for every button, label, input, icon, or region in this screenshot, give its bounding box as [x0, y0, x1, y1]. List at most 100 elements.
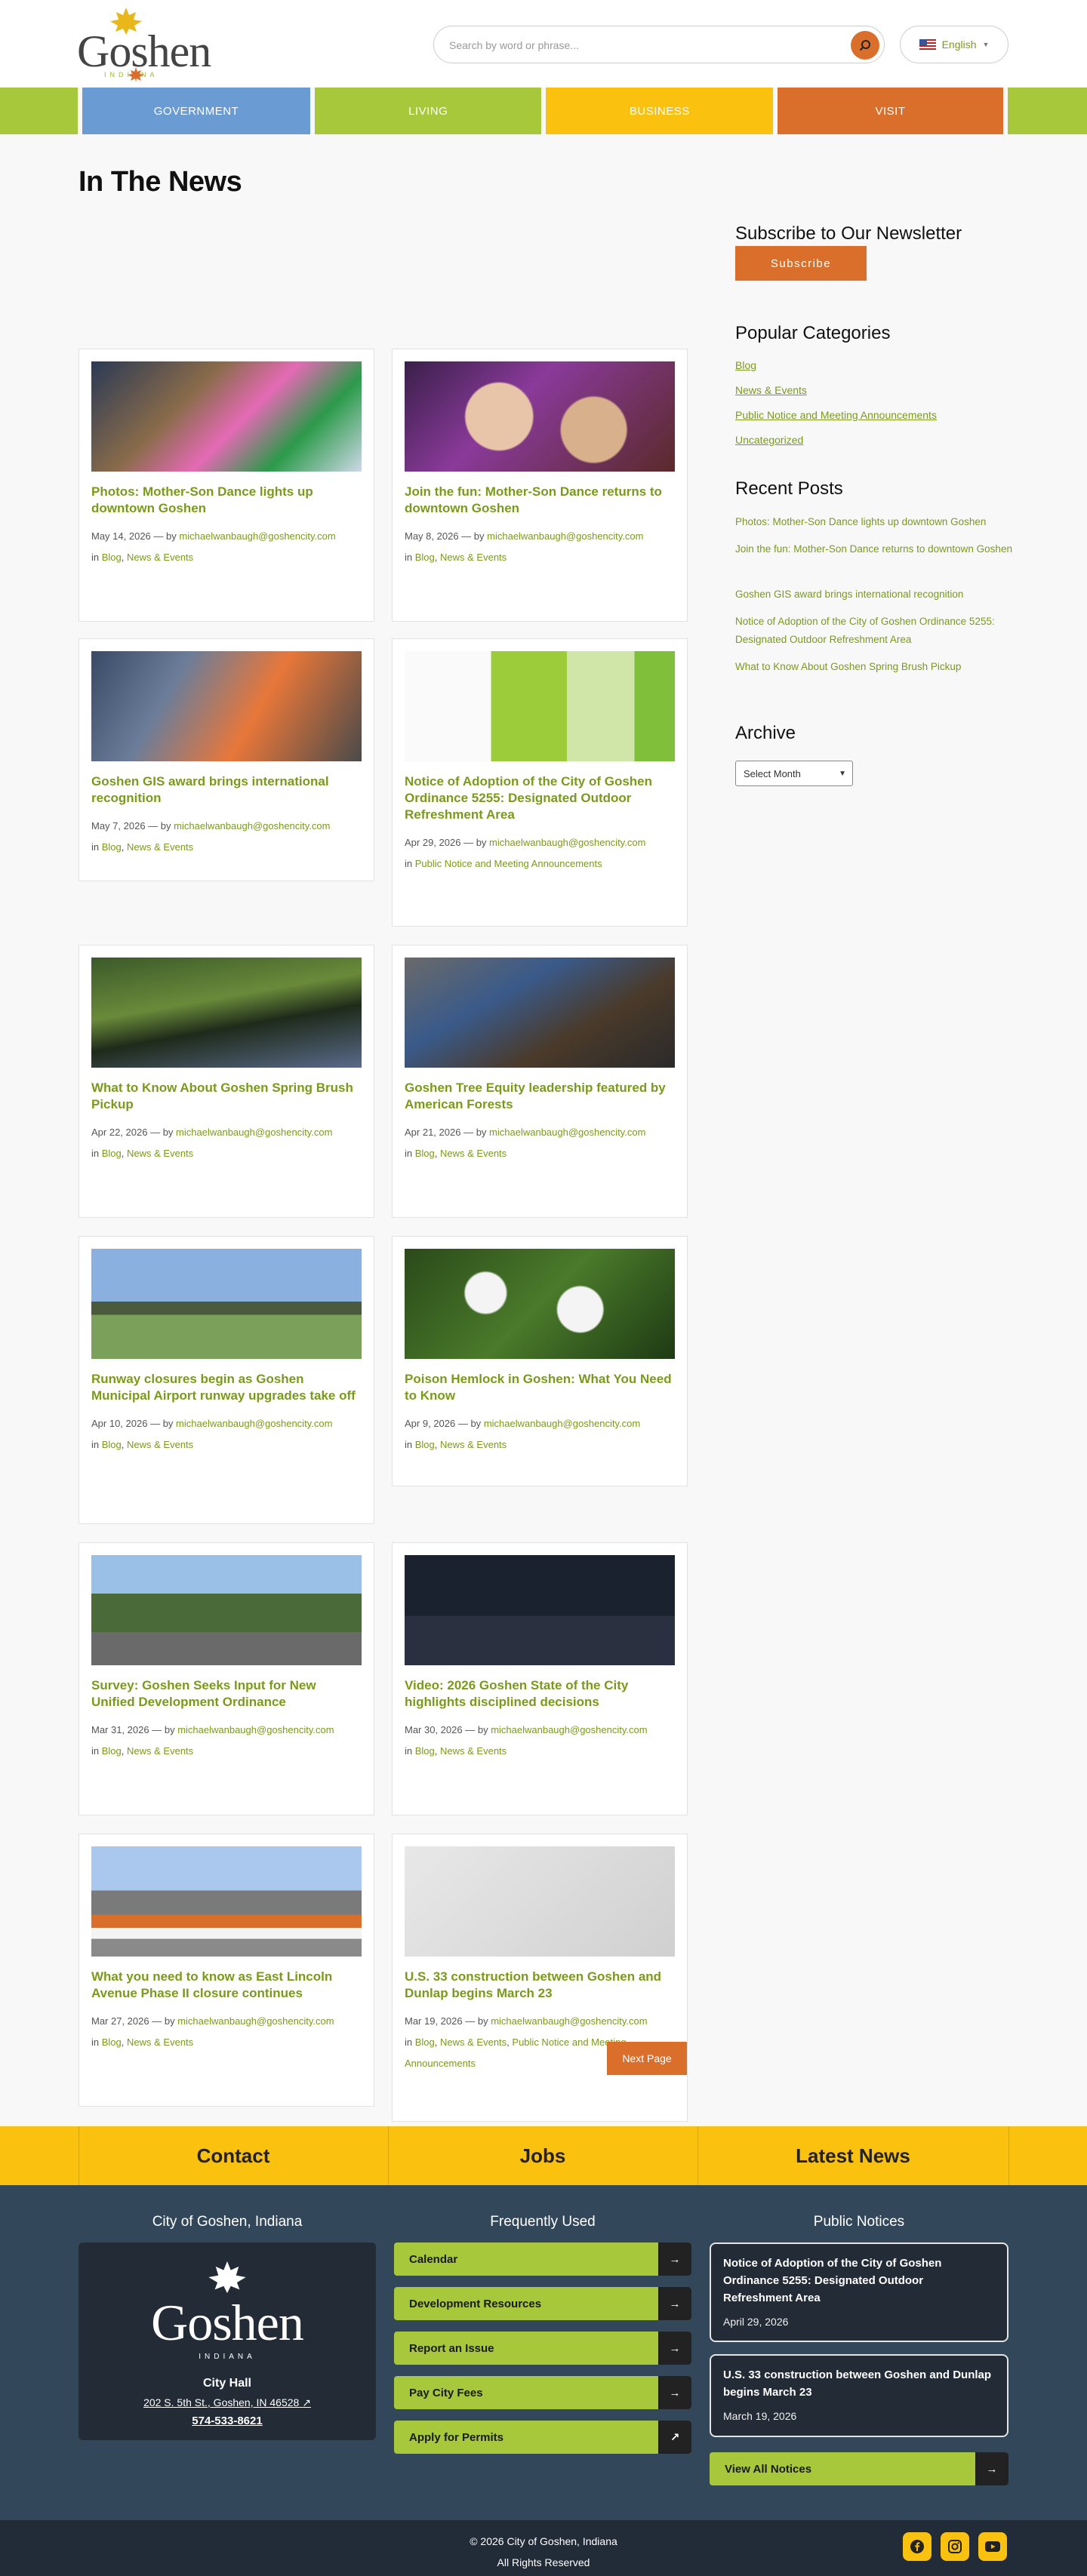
recent-post-link[interactable]: Notice of Adoption of the City of Goshen… [735, 613, 1015, 649]
news-card-author[interactable]: michaelwanbaugh@goshencity.com [487, 530, 643, 542]
news-card-category[interactable]: News & Events [440, 1148, 507, 1159]
news-card-author[interactable]: michaelwanbaugh@goshencity.com [177, 2015, 334, 2027]
notice-card[interactable]: Notice of Adoption of the City of Goshen… [710, 2242, 1008, 2342]
news-card-date: Mar 30, 2026 [405, 1724, 463, 1735]
recent-post-link[interactable]: Join the fun: Mother-Son Dance returns t… [735, 540, 1015, 558]
news-card-author[interactable]: michaelwanbaugh@goshencity.com [174, 820, 330, 832]
news-card-title[interactable]: What to Know About Goshen Spring Brush P… [91, 1080, 362, 1113]
news-card-title[interactable]: Survey: Goshen Seeks Input for New Unifi… [91, 1677, 362, 1711]
subscribe-button[interactable]: Subscribe [735, 246, 867, 281]
latest-news-link[interactable]: Latest News [697, 2126, 1008, 2185]
news-card-category[interactable]: Blog [102, 1745, 122, 1757]
news-card-category[interactable]: Blog [415, 1439, 435, 1450]
news-card-category[interactable]: News & Events [127, 552, 193, 563]
news-card-image[interactable] [405, 958, 675, 1068]
news-card-author[interactable]: michaelwanbaugh@goshencity.com [489, 837, 645, 848]
news-card-image[interactable] [91, 958, 362, 1068]
news-card-image[interactable] [91, 651, 362, 761]
news-card-image[interactable] [405, 361, 675, 472]
quick-link-development[interactable]: Development Resources → [394, 2287, 691, 2320]
news-card-category[interactable]: News & Events [127, 1148, 193, 1159]
news-card-category[interactable]: Blog [415, 1148, 435, 1159]
news-card-author[interactable]: michaelwanbaugh@goshencity.com [179, 530, 335, 542]
contact-link[interactable]: Contact [79, 2126, 388, 2185]
youtube-icon[interactable] [978, 2532, 1007, 2561]
news-card-title[interactable]: Runway closures begin as Goshen Municipa… [91, 1371, 362, 1404]
news-card-category[interactable]: News & Events [127, 841, 193, 853]
nav-item-government[interactable]: Government [82, 88, 310, 134]
next-page-button[interactable]: Next Page [607, 2042, 687, 2075]
news-card-author[interactable]: michaelwanbaugh@goshencity.com [177, 1724, 334, 1735]
nav-item-business[interactable]: Business [546, 88, 774, 134]
instagram-icon[interactable] [941, 2532, 969, 2561]
news-card-author[interactable]: michaelwanbaugh@goshencity.com [176, 1127, 332, 1138]
recent-post-link[interactable]: Goshen GIS award brings international re… [735, 586, 1015, 604]
category-link[interactable]: News & Events [735, 384, 807, 396]
news-card-category[interactable]: News & Events [440, 1745, 507, 1757]
quick-link-pay-fees[interactable]: Pay City Fees → [394, 2376, 691, 2409]
facebook-icon[interactable] [903, 2532, 931, 2561]
nav-item-living[interactable]: Living [314, 88, 542, 134]
news-card-image[interactable] [91, 1249, 362, 1359]
news-card-category[interactable]: News & Events [127, 1745, 193, 1757]
news-card-title[interactable]: What you need to know as East Lincoln Av… [91, 1969, 362, 2002]
news-card-title[interactable]: U.S. 33 construction between Goshen and … [405, 1969, 675, 2002]
news-card-category[interactable]: Blog [102, 2037, 122, 2048]
recent-post-link[interactable]: What to Know About Goshen Spring Brush P… [735, 658, 1015, 676]
quick-link-calendar[interactable]: Calendar → [394, 2242, 691, 2276]
news-card-image[interactable] [405, 1555, 675, 1665]
news-card-category[interactable]: News & Events [440, 552, 507, 563]
news-card-author[interactable]: michaelwanbaugh@goshencity.com [176, 1418, 332, 1429]
news-card-author[interactable]: michaelwanbaugh@goshencity.com [491, 2015, 647, 2027]
news-card-category[interactable]: Public Notice and Meeting Announcements [415, 858, 602, 869]
news-card-category[interactable]: News & Events [127, 2037, 193, 2048]
news-card-image[interactable] [405, 1846, 675, 1957]
news-card-title[interactable]: Notice of Adoption of the City of Goshen… [405, 773, 675, 823]
notice-card[interactable]: U.S. 33 construction between Goshen and … [710, 2354, 1008, 2437]
search-button[interactable] [851, 31, 879, 60]
site-logo[interactable]: Goshen INDIANA [77, 6, 211, 85]
news-card-category[interactable]: Blog [102, 552, 122, 563]
news-card-image[interactable] [91, 361, 362, 472]
news-card-category[interactable]: Public Notice and Meeting Announcements [405, 2037, 626, 2069]
jobs-link[interactable]: Jobs [388, 2126, 697, 2185]
archive-select[interactable]: Select Month ▼ [735, 761, 853, 786]
city-hall-phone[interactable]: 574-533-8621 [79, 2415, 376, 2427]
news-card-title[interactable]: Poison Hemlock in Goshen: What You Need … [405, 1371, 675, 1404]
footer-notices-heading: Public Notices [813, 2214, 905, 2230]
news-card-date: Apr 21, 2026 [405, 1127, 461, 1138]
news-card-date: Apr 10, 2026 [91, 1418, 148, 1429]
category-link[interactable]: Blog [735, 359, 756, 371]
category-link[interactable]: Uncategorized [735, 434, 803, 446]
nav-item-visit[interactable]: Visit [778, 88, 1003, 134]
news-card-category[interactable]: Blog [102, 841, 122, 853]
news-card-category[interactable]: Blog [102, 1148, 122, 1159]
news-card-title[interactable]: Video: 2026 Goshen State of the City hig… [405, 1677, 675, 1711]
language-selector[interactable]: English ▼ [900, 26, 1008, 63]
news-card-image[interactable] [405, 1249, 675, 1359]
news-card-author[interactable]: michaelwanbaugh@goshencity.com [491, 1724, 647, 1735]
news-card-category[interactable]: Blog [415, 552, 435, 563]
news-card-author[interactable]: michaelwanbaugh@goshencity.com [489, 1127, 645, 1138]
news-card-title[interactable]: Goshen GIS award brings international re… [91, 773, 362, 807]
city-hall-address[interactable]: 202 S. 5th St., Goshen, IN 46528 ↗ [79, 2396, 376, 2409]
news-card-category[interactable]: News & Events [440, 2037, 507, 2048]
news-card-author[interactable]: michaelwanbaugh@goshencity.com [484, 1418, 640, 1429]
news-card-image[interactable] [405, 651, 675, 761]
news-card-image[interactable] [91, 1846, 362, 1957]
news-card-category[interactable]: Blog [102, 1439, 122, 1450]
news-card-category[interactable]: Blog [415, 2037, 435, 2048]
news-card-category[interactable]: Blog [415, 1745, 435, 1757]
search-input[interactable] [449, 35, 827, 55]
news-card-image[interactable] [91, 1555, 362, 1665]
news-card-category[interactable]: News & Events [440, 1439, 507, 1450]
view-all-notices-button[interactable]: View All Notices → [710, 2452, 1008, 2485]
news-card-title[interactable]: Goshen Tree Equity leadership featured b… [405, 1080, 675, 1113]
recent-post-link[interactable]: Photos: Mother-Son Dance lights up downt… [735, 513, 1015, 531]
news-card-title[interactable]: Join the fun: Mother-Son Dance returns t… [405, 484, 675, 517]
news-card-category[interactable]: News & Events [127, 1439, 193, 1450]
quick-link-report[interactable]: Report an Issue → [394, 2332, 691, 2365]
quick-link-permits[interactable]: Apply for Permits ↗ [394, 2421, 691, 2454]
category-link[interactable]: Public Notice and Meeting Announcements [735, 409, 937, 421]
news-card-title[interactable]: Photos: Mother-Son Dance lights up downt… [91, 484, 362, 517]
